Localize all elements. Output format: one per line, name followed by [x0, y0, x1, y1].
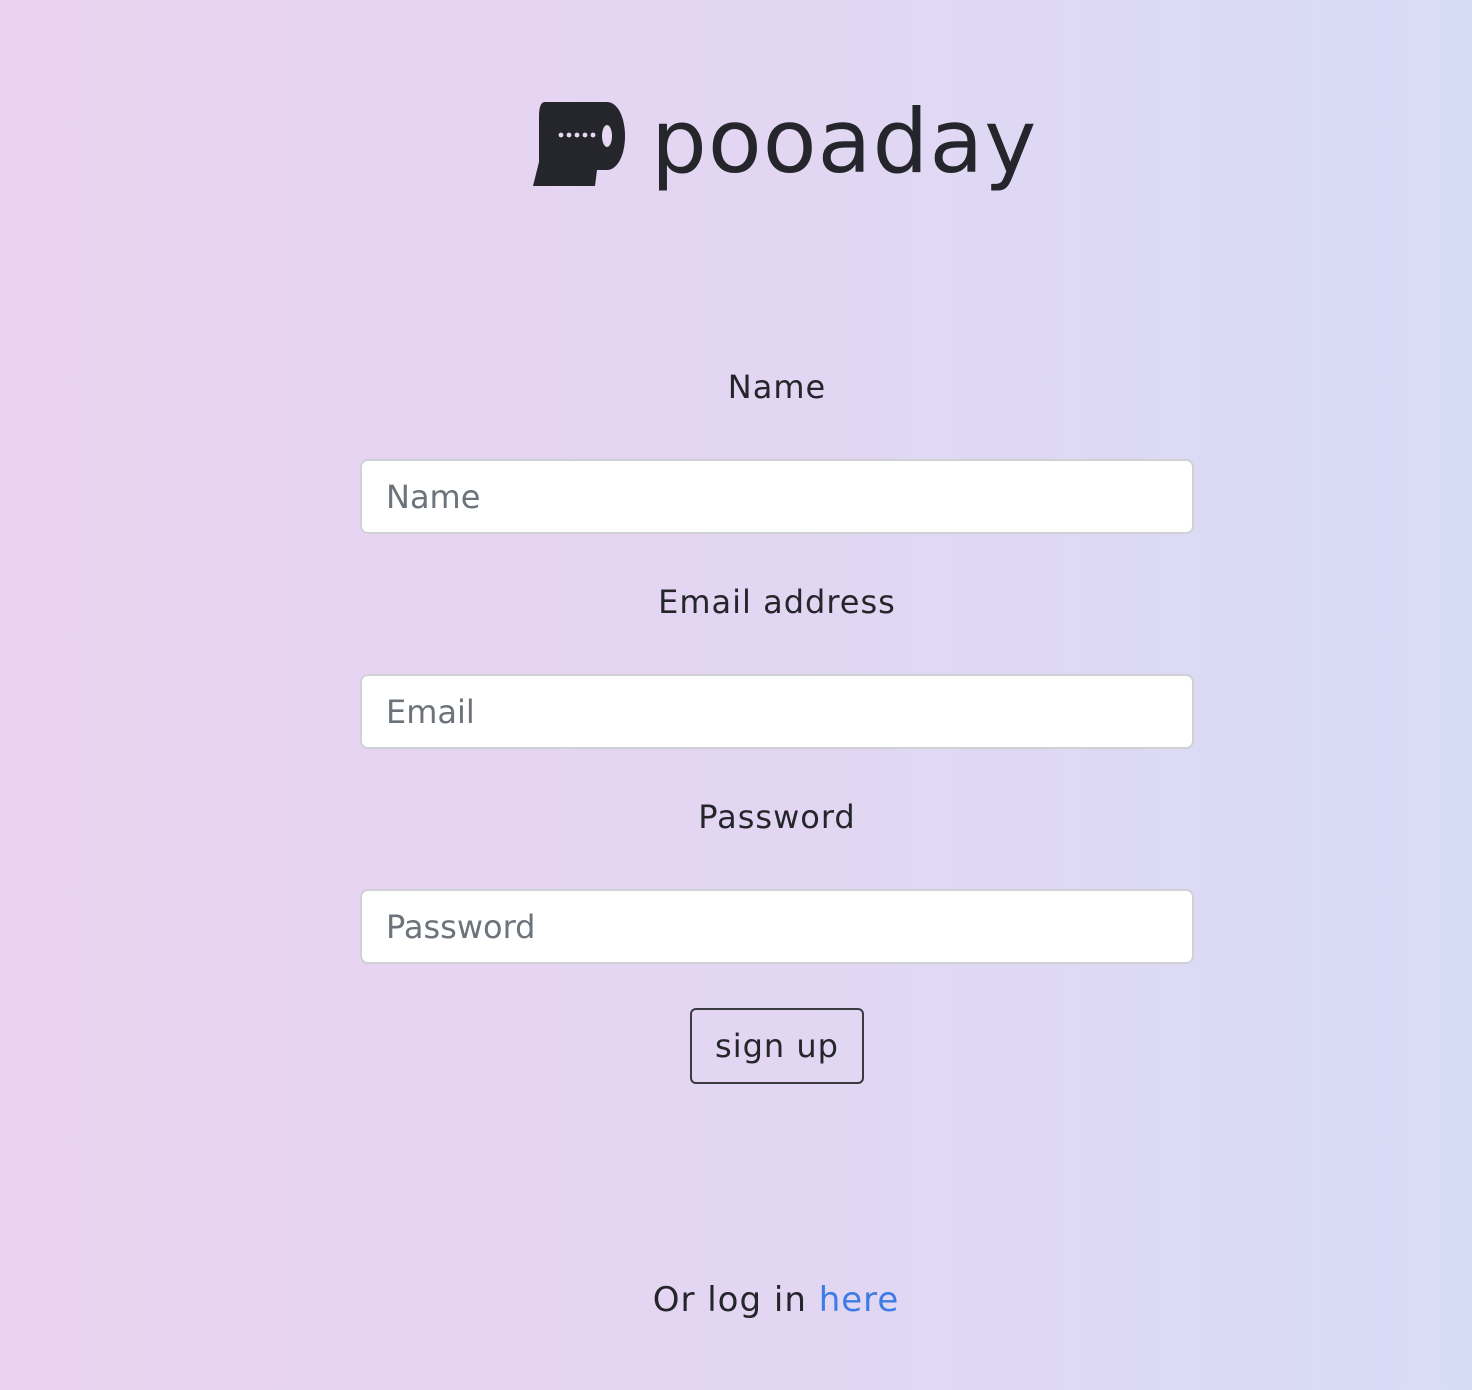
- signup-button-container: sign up: [360, 1008, 1194, 1084]
- password-input[interactable]: [360, 889, 1194, 964]
- signup-form: Name Email address Password sign up: [360, 355, 1194, 1084]
- login-prompt-text: Or log in: [652, 1280, 819, 1320]
- signup-button[interactable]: sign up: [690, 1008, 864, 1084]
- email-label: Email address: [658, 583, 896, 621]
- login-here-link[interactable]: here: [819, 1278, 900, 1322]
- email-input[interactable]: [360, 674, 1194, 749]
- password-label: Password: [698, 798, 856, 836]
- brand-name: pooaday: [651, 90, 1038, 193]
- name-label: Name: [727, 368, 827, 406]
- name-input[interactable]: [360, 459, 1194, 534]
- toilet-paper-roll-icon: [533, 102, 625, 186]
- brand-logo: pooaday: [533, 92, 1036, 200]
- login-prompt: Or log in here: [0, 1278, 1472, 1322]
